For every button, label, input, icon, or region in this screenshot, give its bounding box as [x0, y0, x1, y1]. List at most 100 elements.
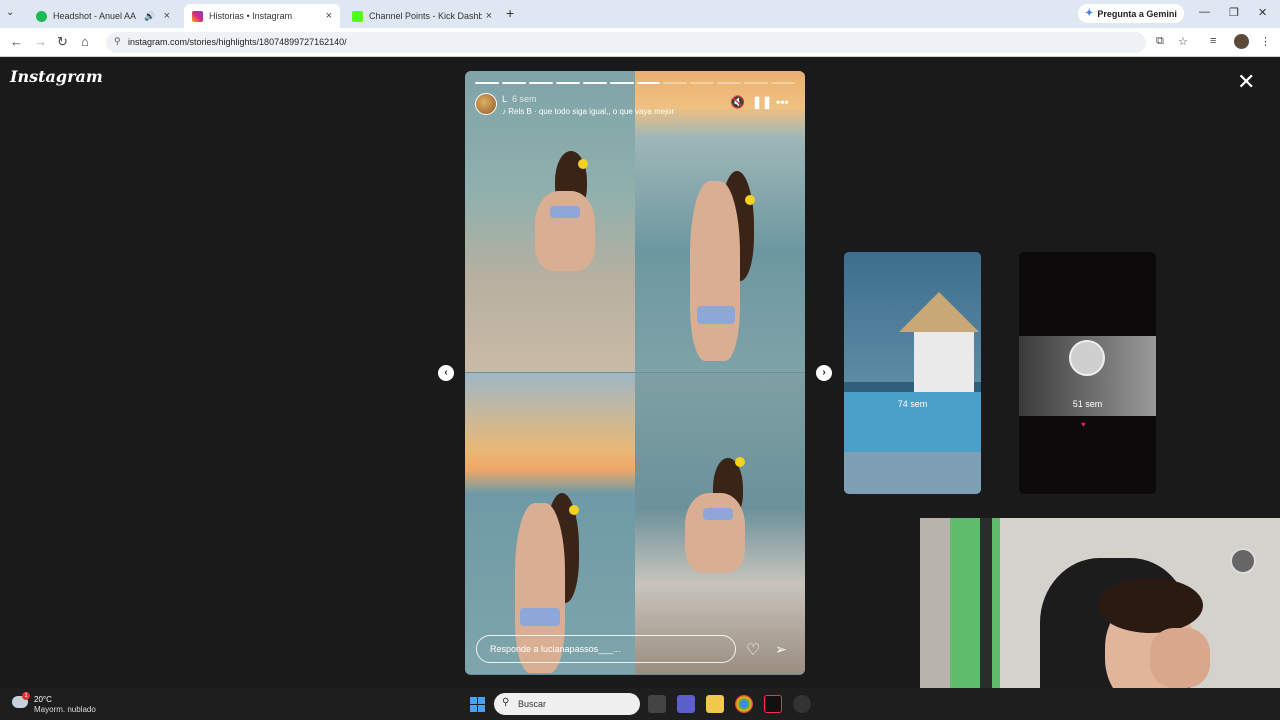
figure — [685, 493, 745, 573]
install-app-icon[interactable]: ⧉ — [1156, 35, 1164, 48]
browser-tab-bar: ⌄ Headshot - Anuel AA 🔊 × Historias • In… — [0, 0, 1280, 28]
media-control-icon[interactable]: ≡ — [1210, 35, 1216, 47]
tab-kick[interactable]: Channel Points - Kick Dashboard × — [344, 4, 500, 28]
story-music[interactable]: ♪ Rels B · que todo siga igual,, o que v… — [502, 107, 674, 116]
previous-story-button[interactable]: ‹ — [438, 365, 454, 381]
next-story-button[interactable]: › — [816, 365, 832, 381]
windows-taskbar: 1 20°C Mayorm. nublado ⚲ Buscar — [0, 688, 1280, 720]
heart-icon: ♥ — [1081, 420, 1086, 429]
more-icon[interactable]: ••• — [776, 95, 789, 109]
kick-icon — [352, 10, 363, 22]
progress-segment — [501, 82, 526, 84]
figure — [690, 181, 740, 361]
file-explorer-icon[interactable] — [706, 695, 724, 713]
progress-segment — [582, 82, 607, 84]
close-icon[interactable]: ✕ — [1237, 71, 1255, 93]
tab-title: Channel Points - Kick Dashboard — [369, 11, 482, 21]
gemini-label: Pregunta a Gemini — [1097, 8, 1177, 19]
home-icon[interactable]: ⌂ — [81, 34, 89, 49]
send-icon[interactable]: ➢ — [775, 641, 787, 658]
chrome-icon[interactable] — [735, 695, 753, 713]
tab-title: Headshot - Anuel AA — [53, 11, 137, 21]
flower — [578, 159, 588, 169]
windows-start-icon[interactable] — [470, 697, 485, 712]
close-tab-icon[interactable]: × — [486, 10, 492, 22]
window-close-icon[interactable]: ✕ — [1258, 6, 1267, 19]
close-tab-icon[interactable]: × — [164, 10, 170, 22]
person-hand — [1150, 628, 1210, 688]
back-icon[interactable]: ← — [10, 34, 23, 49]
figure — [703, 508, 733, 520]
weather-description[interactable]: Mayorm. nublado — [34, 705, 96, 714]
speaker-icon[interactable]: 🔊 — [144, 11, 155, 22]
figure — [550, 206, 580, 218]
spotify-icon — [36, 10, 47, 22]
avatar — [1069, 340, 1105, 376]
teams-icon[interactable] — [677, 695, 695, 713]
progress-segment — [636, 82, 661, 84]
tab-search-icon[interactable]: ⌄ — [6, 7, 14, 18]
minimize-icon[interactable]: — — [1199, 6, 1210, 18]
card-building — [914, 332, 974, 392]
story-photo — [465, 373, 635, 674]
progress-segment — [528, 82, 553, 84]
tab-headshot[interactable]: Headshot - Anuel AA 🔊 × — [28, 4, 178, 28]
card-time: 74 sem — [897, 399, 928, 409]
gemini-icon: ✦ — [1085, 8, 1094, 19]
obs-icon[interactable] — [793, 695, 811, 713]
card-time: 51 sem — [1072, 399, 1103, 409]
reply-placeholder: Responde a lucianapassos___... — [490, 644, 621, 654]
search-icon: ⚲ — [502, 697, 510, 708]
reload-icon[interactable]: ↻ — [57, 34, 68, 50]
webcam-background — [1230, 548, 1256, 574]
profile-avatar[interactable] — [1234, 34, 1249, 49]
story-music-label: Rels B · que todo siga igual,, o que vay… — [508, 107, 675, 116]
story-frame[interactable]: L 6 sem ♪ Rels B · que todo siga igual,,… — [465, 71, 805, 675]
progress-segment — [690, 82, 715, 84]
figure — [520, 608, 560, 626]
figure — [697, 306, 735, 324]
taskbar-search-input[interactable]: ⚲ Buscar — [494, 693, 640, 715]
url-input[interactable]: ⚲ instagram.com/stories/highlights/18074… — [106, 32, 1146, 53]
avatar[interactable] — [475, 93, 497, 115]
progress-segment — [717, 82, 742, 84]
address-bar: ← → ↻ ⌂ ⚲ instagram.com/stories/highligh… — [0, 28, 1280, 57]
menu-icon[interactable]: ⋮ — [1260, 35, 1271, 48]
flower — [569, 505, 579, 515]
story-username[interactable]: L — [502, 94, 507, 104]
new-tab-icon[interactable]: + — [506, 5, 514, 21]
weather-temperature[interactable]: 20°C — [34, 695, 52, 704]
story-header: L 6 sem ♪ Rels B · que todo siga igual,,… — [475, 91, 795, 117]
next-story-card[interactable]: 51 sem ♥ — [1019, 252, 1156, 494]
progress-segment — [744, 82, 769, 84]
task-view-icon[interactable] — [648, 695, 666, 713]
story-time: 6 sem — [512, 94, 537, 104]
search-placeholder: Buscar — [518, 699, 547, 709]
flower — [735, 457, 745, 467]
progress-segment — [475, 82, 499, 84]
close-tab-icon[interactable]: × — [326, 10, 332, 22]
progress-segment — [771, 82, 796, 84]
instagram-logo[interactable]: Instagram — [10, 67, 103, 86]
site-info-icon[interactable]: ⚲ — [114, 36, 121, 47]
person-hair — [1098, 578, 1203, 633]
weather-badge: 1 — [22, 692, 30, 700]
tab-title: Historias • Instagram — [209, 11, 293, 21]
reply-input[interactable]: Responde a lucianapassos___... — [476, 635, 736, 663]
next-story-card[interactable]: 74 sem — [844, 252, 981, 494]
story-progress-bar — [475, 82, 796, 84]
gemini-button[interactable]: ✦ Pregunta a Gemini — [1078, 4, 1184, 23]
flower — [745, 195, 755, 205]
forward-icon[interactable]: → — [34, 34, 47, 49]
bookmark-star-icon[interactable]: ☆ — [1178, 35, 1188, 48]
progress-segment — [663, 82, 688, 84]
pause-icon[interactable]: ❚❚ — [752, 95, 772, 109]
tiktok-icon[interactable] — [764, 695, 782, 713]
heart-icon[interactable]: ♡ — [746, 640, 760, 660]
progress-segment — [555, 82, 580, 84]
instagram-icon — [192, 10, 203, 22]
card-deck — [844, 452, 981, 494]
restore-icon[interactable]: ❐ — [1229, 6, 1239, 19]
speaker-muted-icon[interactable]: 🔇 — [730, 95, 745, 109]
tab-instagram[interactable]: Historias • Instagram × — [184, 4, 340, 28]
